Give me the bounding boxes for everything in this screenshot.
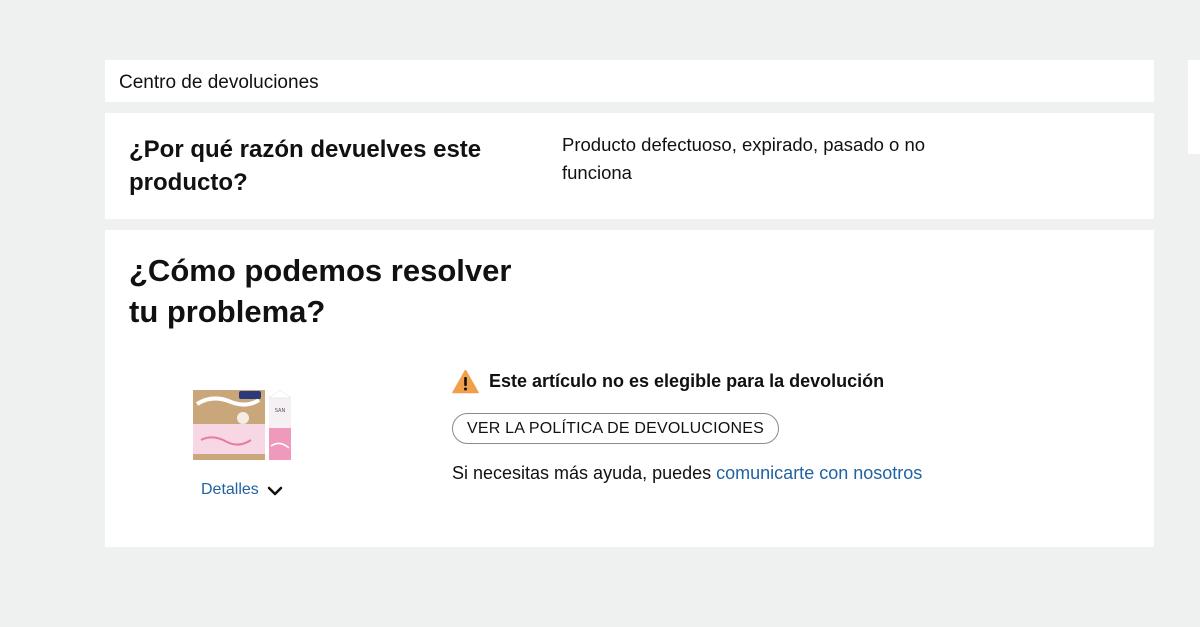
product-image: SAN <box>193 388 293 462</box>
side-panel-edge <box>1188 60 1200 154</box>
warning-icon <box>452 369 479 394</box>
return-reason-card: ¿Por qué razón devuelves este producto? … <box>105 113 1154 219</box>
return-reason-question: ¿Por qué razón devuelves este producto? <box>129 136 482 196</box>
details-toggle[interactable]: Detalles <box>201 481 283 499</box>
chevron-down-icon <box>267 484 283 496</box>
details-label: Detalles <box>201 481 259 498</box>
view-return-policy-button[interactable]: VER LA POLÍTICA DE DEVOLUCIONES <box>452 413 779 444</box>
svg-text:SAN: SAN <box>275 408 286 414</box>
help-text: Si necesitas más ayuda, puedes comunicar… <box>452 463 922 484</box>
eligibility-notice: Este artículo no es elegible para la dev… <box>452 369 884 394</box>
page-title: Centro de devoluciones <box>119 72 319 93</box>
help-prefix: Si necesitas más ayuda, puedes <box>452 463 717 483</box>
return-center-page: Centro de devoluciones ¿Por qué razón de… <box>0 0 1200 627</box>
return-reason-answer: Producto defectuoso, expirado, pasado o … <box>562 134 926 183</box>
product-pack-image: SAN <box>193 389 292 460</box>
eligibility-text: Este artículo no es elegible para la dev… <box>489 371 885 391</box>
resolve-card: ¿Cómo podemos resolver tu problema? SAN <box>105 230 1154 547</box>
contact-us-link[interactable]: comunicarte con nosotros <box>716 463 922 483</box>
resolve-title: ¿Cómo podemos resolver tu problema? <box>129 253 512 329</box>
header-card: Centro de devoluciones <box>105 60 1154 102</box>
